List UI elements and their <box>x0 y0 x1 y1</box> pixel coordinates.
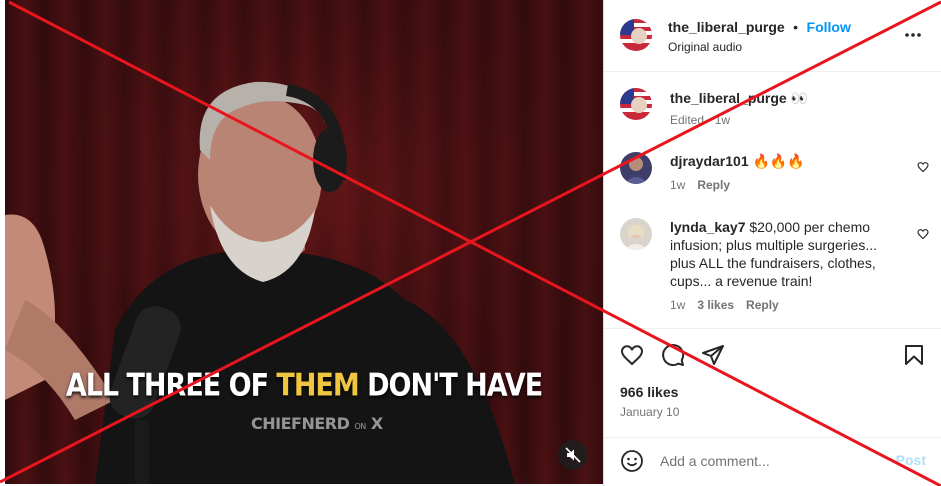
post-header: the_liberal_purge • Follow Original audi… <box>604 0 941 72</box>
comment-button[interactable] <box>661 343 685 372</box>
save-button[interactable] <box>902 343 926 372</box>
comment-1-meta: 1w Reply <box>670 178 742 192</box>
comment-1-text-line: djraydar101 🔥🔥🔥 <box>670 152 910 170</box>
user-avatar-icon <box>620 218 652 250</box>
bookmark-icon <box>905 345 923 365</box>
more-options-icon <box>905 33 921 37</box>
instagram-post-view: ALL THREE OF THEM DON'T HAVE CHIEFNERD O… <box>0 0 941 486</box>
comment-2-like-button[interactable] <box>917 227 929 245</box>
comment-2-time: 1w <box>670 298 686 312</box>
comment-input[interactable] <box>660 451 880 471</box>
comment-1-username[interactable]: djraydar101 <box>670 153 749 169</box>
caption-username[interactable]: the_liberal_purge <box>670 90 787 106</box>
comment-1-reply-button[interactable]: Reply <box>697 178 730 192</box>
paper-plane-icon <box>702 345 724 365</box>
video-caption: ALL THREE OF THEM DON'T HAVE <box>5 368 603 404</box>
video-watermark: CHIEFNERD ON X <box>251 414 383 433</box>
heart-icon <box>917 162 929 173</box>
add-comment-bar: Post <box>604 437 941 486</box>
mute-button[interactable] <box>558 440 588 470</box>
caption-part-2: DON'T HAVE <box>358 367 543 404</box>
comment-avatar[interactable] <box>620 152 652 184</box>
caption-part-1: ALL THREE OF <box>65 367 277 404</box>
speaker-muted-icon <box>565 447 581 463</box>
avatar[interactable] <box>620 19 652 51</box>
user-avatar-icon <box>620 152 652 184</box>
header-user-line: the_liberal_purge • Follow <box>668 19 851 37</box>
likes-count[interactable]: 966 likes <box>620 384 678 400</box>
comment-avatar[interactable] <box>620 218 652 250</box>
caption-avatar[interactable] <box>620 88 652 120</box>
comment-1-time: 1w <box>670 178 686 192</box>
caption-text: 👀 <box>790 90 809 106</box>
post-date: January 10 <box>620 405 680 419</box>
video-frame <box>5 0 603 484</box>
emoji-button[interactable] <box>620 449 644 478</box>
emoji-icon <box>621 450 643 472</box>
post-side-panel: the_liberal_purge • Follow Original audi… <box>603 0 941 486</box>
watermark-x: X <box>370 414 383 433</box>
comment-bubble-icon <box>662 344 685 367</box>
comment-2-text-line: lynda_kay7 $20,000 per chemo infusion; p… <box>670 218 890 290</box>
comment-2-username[interactable]: lynda_kay7 <box>670 219 746 235</box>
comment-2-meta: 1w 3 likes Reply <box>670 298 791 312</box>
header-username[interactable]: the_liberal_purge <box>668 19 785 35</box>
like-button[interactable] <box>620 343 644 372</box>
video-player[interactable]: ALL THREE OF THEM DON'T HAVE CHIEFNERD O… <box>5 0 603 484</box>
comment-1-text: 🔥🔥🔥 <box>752 153 805 169</box>
heart-icon <box>620 345 644 366</box>
more-options-button[interactable] <box>904 26 922 49</box>
post-actions: 966 likes January 10 <box>604 328 941 438</box>
heart-icon <box>917 229 929 240</box>
header-separator: • <box>793 19 799 35</box>
post-comment-button[interactable]: Post <box>896 452 926 468</box>
flag-avatar-icon <box>620 88 652 120</box>
audio-label[interactable]: Original audio <box>668 40 742 54</box>
watermark-on: ON <box>354 422 366 431</box>
comment-2-reply-button[interactable]: Reply <box>746 298 779 312</box>
comment-2-likes[interactable]: 3 likes <box>697 298 734 312</box>
caption-highlight: THEM <box>276 367 359 404</box>
flag-avatar-icon <box>620 19 652 51</box>
comment-1-like-button[interactable] <box>917 160 929 178</box>
watermark-main: CHIEFNERD <box>251 414 350 433</box>
caption-edited: Edited · 1w <box>670 113 731 127</box>
caption-text-line: the_liberal_purge 👀 <box>670 89 920 107</box>
share-button[interactable] <box>701 343 725 372</box>
follow-button[interactable]: Follow <box>807 19 851 35</box>
